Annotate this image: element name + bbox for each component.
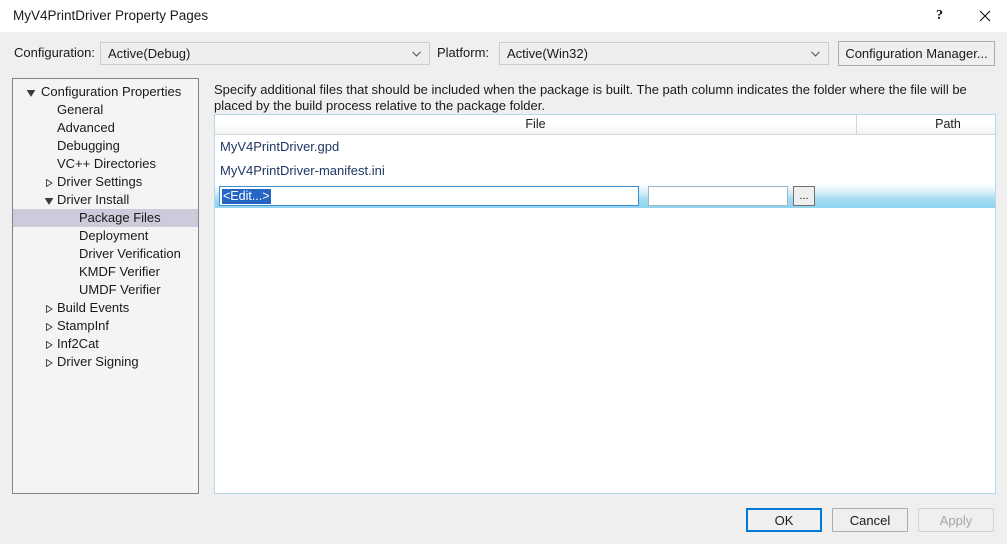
tree-item-debugging[interactable]: Debugging xyxy=(13,137,198,155)
tree-item-label: Driver Signing xyxy=(57,354,139,369)
pane-description: Specify additional files that should be … xyxy=(214,82,967,113)
tree-item-label: Driver Install xyxy=(57,192,130,207)
platform-label: Platform: xyxy=(437,45,490,60)
tree-item-label: Advanced xyxy=(57,120,115,135)
chevron-down-icon xyxy=(412,51,421,57)
tree-item-label: Deployment xyxy=(79,228,149,243)
tree-item-configuration-properties[interactable]: Configuration Properties xyxy=(13,83,198,101)
property-tree[interactable]: Configuration Properties General Advanced D… xyxy=(12,78,199,494)
apply-button: Apply xyxy=(918,508,994,532)
twisty-collapsed-icon[interactable] xyxy=(45,323,53,331)
tree-item-label: VC++ Directories xyxy=(57,156,156,171)
tree-item-label: Inf2Cat xyxy=(57,336,99,351)
tree-item-label: Configuration Properties xyxy=(41,84,182,99)
tree-item-inf2cat[interactable]: Inf2Cat xyxy=(13,335,198,353)
tree-item-kmdf-verifier[interactable]: KMDF Verifier xyxy=(13,263,198,281)
tree-item-label: StampInf xyxy=(57,318,110,333)
chevron-down-icon xyxy=(811,51,820,57)
tree-item-vc-directories[interactable]: VC++ Directories xyxy=(13,155,198,173)
tree-item-advanced[interactable]: Advanced xyxy=(13,119,198,137)
help-button[interactable]: ? xyxy=(917,0,962,32)
platform-value: Active(Win32) xyxy=(507,46,588,61)
tree-item-label: UMDF Verifier xyxy=(79,282,161,297)
tree-item-stampinf[interactable]: StampInf xyxy=(13,317,198,335)
twisty-collapsed-icon[interactable] xyxy=(45,179,53,187)
twisty-collapsed-icon[interactable] xyxy=(45,305,53,313)
tree-item-label: KMDF Verifier xyxy=(79,264,160,279)
twisty-expanded-icon[interactable] xyxy=(27,89,35,97)
tree-item-general[interactable]: General xyxy=(13,101,198,119)
tree-item-label: Build Events xyxy=(57,300,130,315)
browse-button[interactable]: ... xyxy=(793,186,815,206)
grid-edit-row[interactable]: <Edit...> ... xyxy=(215,184,995,208)
path-edit-input[interactable] xyxy=(648,186,788,206)
configuration-combobox[interactable]: Active(Debug) xyxy=(100,42,430,65)
twisty-expanded-icon[interactable] xyxy=(45,197,53,205)
grid-header-row: File Path xyxy=(215,115,995,135)
title-bar: MyV4PrintDriver Property Pages ? xyxy=(0,0,1007,33)
tree-item-driver-install[interactable]: Driver Install xyxy=(13,191,198,209)
ok-button[interactable]: OK xyxy=(746,508,822,532)
tree-item-label: Package Files xyxy=(79,210,161,225)
tree-item-driver-settings[interactable]: Driver Settings xyxy=(13,173,198,191)
configuration-label: Configuration: xyxy=(14,45,95,60)
tree-item-package-files[interactable]: Package Files xyxy=(13,209,198,227)
question-mark-icon: ? xyxy=(936,8,943,23)
twisty-collapsed-icon[interactable] xyxy=(45,359,53,367)
tree-item-label: Debugging xyxy=(57,138,120,153)
file-edit-input[interactable]: <Edit...> xyxy=(219,186,639,206)
table-row[interactable]: MyV4PrintDriver.gpd xyxy=(215,135,995,158)
grid-column-separator[interactable] xyxy=(856,115,857,134)
tree-item-build-events[interactable]: Build Events xyxy=(13,299,198,317)
package-files-grid[interactable]: File Path MyV4PrintDriver.gpd MyV4PrintDri… xyxy=(214,114,996,494)
cell-file: MyV4PrintDriver-manifest.ini xyxy=(220,163,385,178)
file-edit-value: <Edit...> xyxy=(222,189,271,204)
tree-item-driver-signing[interactable]: Driver Signing xyxy=(13,353,198,371)
configuration-value: Active(Debug) xyxy=(108,46,191,61)
tree-item-label: Driver Settings xyxy=(57,174,143,189)
close-icon xyxy=(979,10,990,22)
configuration-manager-button[interactable]: Configuration Manager... xyxy=(838,41,995,66)
twisty-collapsed-icon[interactable] xyxy=(45,341,53,349)
tree-item-umdf-verifier[interactable]: UMDF Verifier xyxy=(13,281,198,299)
table-row[interactable]: MyV4PrintDriver-manifest.ini xyxy=(215,159,995,182)
close-button[interactable] xyxy=(962,0,1007,32)
tree-item-label: General xyxy=(57,102,104,117)
path-edit-value xyxy=(651,189,653,204)
tree-item-label: Driver Verification xyxy=(79,246,181,261)
cancel-button[interactable]: Cancel xyxy=(832,508,908,532)
window-controls: ? xyxy=(917,0,1007,32)
grid-column-header-path[interactable]: Path xyxy=(857,115,995,134)
tree-item-driver-verification[interactable]: Driver Verification xyxy=(13,245,198,263)
platform-combobox[interactable]: Active(Win32) xyxy=(499,42,829,65)
tree-item-deployment[interactable]: Deployment xyxy=(13,227,198,245)
window-title: MyV4PrintDriver Property Pages xyxy=(13,8,209,23)
grid-column-header-file[interactable]: File xyxy=(215,115,856,134)
cell-file: MyV4PrintDriver.gpd xyxy=(220,139,340,154)
